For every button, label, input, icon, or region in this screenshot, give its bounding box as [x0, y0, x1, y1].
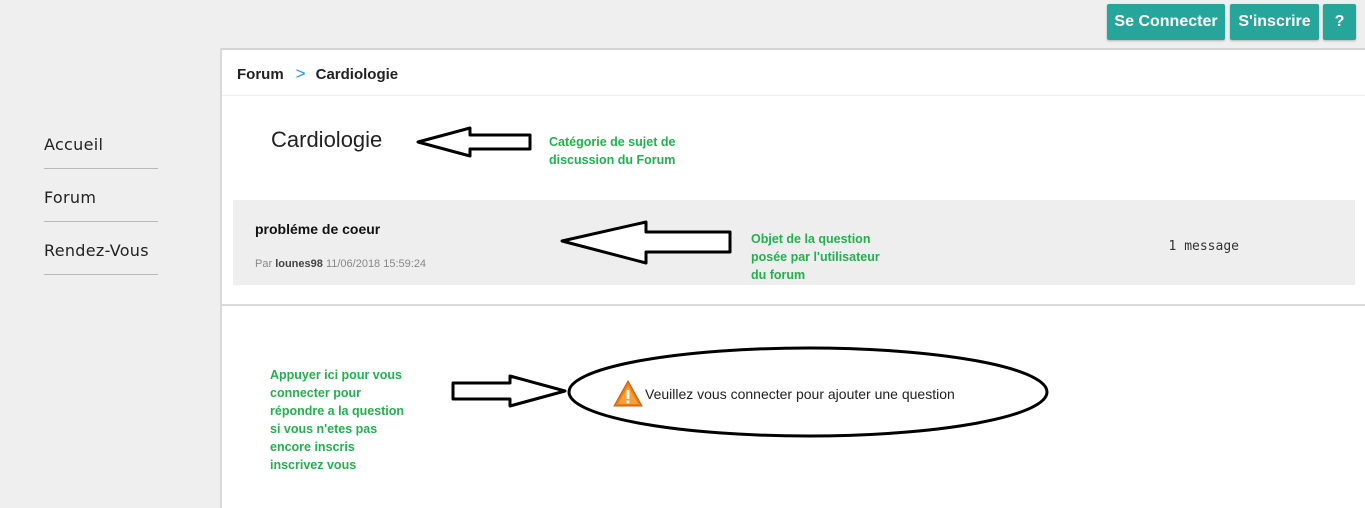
- sidebar-item-label: Forum: [44, 188, 97, 207]
- topic-message-count: 1 message: [1168, 239, 1239, 254]
- topic-title[interactable]: probléme de coeur: [255, 221, 380, 237]
- topic-annotation: Objet de la question posée par l'utilisa…: [751, 230, 880, 284]
- sidebar-item-accueil[interactable]: Accueil: [44, 135, 158, 169]
- annotation-line: répondre a la question: [270, 404, 405, 418]
- register-button[interactable]: S'inscrire: [1230, 4, 1319, 40]
- annotation-line: posée par l'utilisateur: [751, 250, 880, 264]
- sidebar-item-forum[interactable]: Forum: [44, 188, 158, 222]
- annotation-line: si vous n'etes pas: [270, 422, 378, 436]
- content-border: [220, 48, 222, 508]
- sidebar-item-rendez-vous[interactable]: Rendez-Vous: [44, 241, 158, 275]
- login-button[interactable]: Se Connecter: [1107, 4, 1225, 40]
- topic-date: 11/06/2018 15:59:24: [325, 258, 427, 270]
- breadcrumb: Forum > Cardiologie: [237, 64, 398, 84]
- login-annotation: Appuyer ici pour vous connecter pour rép…: [270, 366, 404, 474]
- breadcrumb-current: Cardiologie: [315, 66, 399, 83]
- topic-author[interactable]: lounes98: [275, 258, 323, 270]
- arrow-left-icon: [416, 126, 532, 158]
- sidebar-item-label: Accueil: [44, 135, 104, 154]
- sidebar: Accueil Forum Rendez-Vous: [0, 0, 220, 508]
- top-bar: Se Connecter S'inscrire ?: [220, 0, 1365, 50]
- annotation-line: encore inscris: [270, 440, 355, 454]
- sidebar-item-label: Rendez-Vous: [44, 241, 149, 260]
- annotation-line: Appuyer ici pour vous: [270, 368, 402, 382]
- card-divider: [222, 304, 1365, 306]
- annotation-line: Catégorie de sujet de: [549, 135, 676, 149]
- annotation-line: inscrivez vous: [270, 458, 357, 472]
- breadcrumb-divider: [222, 95, 1365, 96]
- category-annotation: Catégorie de sujet de discussion du Foru…: [549, 133, 675, 169]
- annotation-line: connecter pour: [270, 386, 361, 400]
- breadcrumb-separator: >: [295, 64, 306, 83]
- annotation-line: du forum: [751, 268, 806, 282]
- topic-meta: Par lounes98 11/06/2018 15:59:24: [255, 258, 426, 270]
- topic-by-prefix: Par: [255, 258, 273, 270]
- annotation-line: discussion du Forum: [549, 153, 676, 167]
- login-warning: Veuillez vous connecter pour ajouter une…: [613, 380, 955, 407]
- annotation-line: Objet de la question: [751, 232, 871, 246]
- warning-icon: [613, 380, 643, 407]
- breadcrumb-forum-link[interactable]: Forum: [237, 66, 284, 83]
- page-title: Cardiologie: [271, 127, 383, 152]
- help-button[interactable]: ?: [1323, 4, 1356, 40]
- arrow-right-icon: [451, 374, 567, 408]
- login-warning-text: Veuillez vous connecter pour ajouter une…: [645, 385, 955, 402]
